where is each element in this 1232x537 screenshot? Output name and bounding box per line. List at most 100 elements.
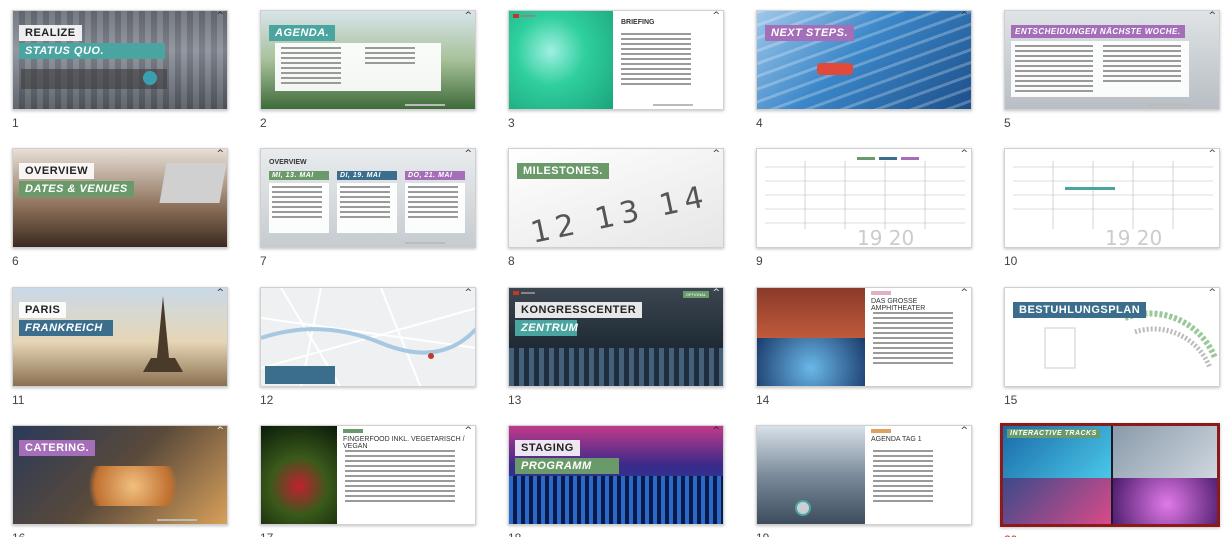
slide-number: 13: [508, 393, 522, 407]
slide-title: PARIS: [19, 302, 67, 318]
chevron-up-icon[interactable]: ^: [464, 150, 472, 159]
slide-number: 3: [508, 116, 515, 130]
slide-title: KONGRESSCENTER: [515, 302, 643, 318]
slide-19[interactable]: AGENDA TAG 1 ^ 19: [744, 425, 972, 537]
slide-thumbnail[interactable]: 12 13 14 MILESTONES. ^: [508, 148, 724, 248]
slide-13[interactable]: OPTIONAL KONGRESSCENTER ZENTRUM ^ 13: [496, 287, 724, 407]
slide-18[interactable]: STAGING PROGRAMM ^ 18: [496, 425, 724, 537]
chevron-up-icon[interactable]: ^: [464, 427, 472, 436]
slide-title: MILESTONES.: [517, 163, 609, 179]
slide-title: DAS GROSSE AMPHITHEATER: [871, 298, 926, 312]
slide-thumbnail[interactable]: PARIS FRANKREICH ^: [12, 287, 228, 387]
chevron-up-icon[interactable]: ^: [216, 427, 224, 436]
slide-thumbnail[interactable]: AGENDA TAG 1 ^: [756, 425, 972, 525]
chevron-up-icon[interactable]: ^: [1208, 12, 1216, 21]
slide-thumbnail-selected[interactable]: INTERACTIVE TRACKS: [1000, 423, 1220, 527]
column-header-3: DO, 21. MAI: [405, 171, 465, 180]
slide-thumbnail[interactable]: ^: [260, 287, 476, 387]
chevron-up-icon[interactable]: ^: [960, 12, 968, 21]
slide-16[interactable]: CATERING. ^ 16: [0, 425, 228, 537]
chevron-up-icon[interactable]: ^: [712, 12, 720, 21]
auditorium-seats: [509, 476, 723, 524]
slide-thumbnail[interactable]: DAS GROSSE AMPHITHEATER ^: [756, 287, 972, 387]
chevron-up-icon[interactable]: ^: [1208, 150, 1216, 159]
slide-number: 2: [260, 116, 267, 130]
slide-thumbnail[interactable]: BESTUHLUNGSPLAN ^: [1004, 287, 1220, 387]
slide-title: STAGING: [515, 440, 580, 456]
chevron-up-icon[interactable]: ^: [464, 289, 472, 298]
slide-subtitle: PROGRAMM: [515, 458, 619, 474]
slide-title: REALIZE: [19, 25, 82, 41]
slide-thumbnail[interactable]: NEXT STEPS. ^: [756, 10, 972, 110]
chevron-up-icon[interactable]: ^: [464, 12, 472, 21]
slide-thumbnail[interactable]: CATERING. ^: [12, 425, 228, 525]
cart-icon: [795, 500, 811, 516]
chevron-up-icon[interactable]: ^: [216, 289, 224, 298]
glass-sphere-image: [509, 11, 613, 109]
slide-number-selected: 20: [1004, 533, 1017, 537]
slide-number: 4: [756, 116, 763, 130]
slide-number: 17: [260, 531, 273, 537]
column-header-1: MI, 13. MAI: [269, 171, 329, 180]
chevron-up-icon[interactable]: ^: [216, 12, 224, 21]
chevron-up-icon[interactable]: ^: [712, 150, 720, 159]
slide-1[interactable]: REALIZE STATUS QUO. ^ 1: [0, 10, 228, 130]
slide-6[interactable]: OVERVIEW DATES & VENUES ^ 6: [0, 148, 228, 268]
slide-number: 19: [756, 531, 769, 537]
chevron-up-icon[interactable]: ^: [712, 427, 720, 436]
slide-9[interactable]: 19 20 ^ 9: [744, 148, 972, 268]
slide-12[interactable]: ^ 12: [248, 287, 476, 407]
globe-icon: [143, 71, 157, 85]
slide-5[interactable]: ENTSCHEIDUNGEN NÄCHSTE WOCHE. ^ 5: [992, 10, 1220, 130]
fingerfood-image: [261, 426, 337, 524]
slide-number: 7: [260, 254, 267, 268]
slide-thumbnail[interactable]: 19 20 ^: [756, 148, 972, 248]
slide-14[interactable]: DAS GROSSE AMPHITHEATER ^ 14: [744, 287, 972, 407]
chevron-up-icon[interactable]: ^: [960, 427, 968, 436]
slide-number: 18: [508, 531, 521, 537]
slide-number: 8: [508, 254, 515, 268]
slide-number: 6: [12, 254, 19, 268]
slide-15[interactable]: BESTUHLUNGSPLAN ^ 15: [992, 287, 1220, 407]
slide-4[interactable]: NEXT STEPS. ^ 4: [744, 10, 972, 130]
svg-text:19 20: 19 20: [1105, 226, 1162, 248]
slide-thumbnail[interactable]: STAGING PROGRAMM ^: [508, 425, 724, 525]
column-header-2: DI, 19. MAI: [337, 171, 397, 180]
slide-number: 16: [12, 531, 25, 537]
slide-title: FINGERFOOD INKL. VEGETARISCH / VEGAN: [343, 436, 465, 450]
slide-thumbnail[interactable]: FINGERFOOD INKL. VEGETARISCH / VEGAN ^: [260, 425, 476, 525]
slide-title: NEXT STEPS.: [765, 25, 855, 41]
slide-title: ENTSCHEIDUNGEN NÄCHSTE WOCHE.: [1011, 25, 1185, 38]
slide-subtitle: FRANKREICH: [19, 320, 113, 336]
slide-2[interactable]: AGENDA. ^ 2: [248, 10, 476, 130]
slide-subtitle: STATUS QUO.: [19, 43, 165, 59]
slide-number: 1: [12, 116, 19, 130]
slide-thumbnail[interactable]: OPTIONAL KONGRESSCENTER ZENTRUM ^: [508, 287, 724, 387]
slide-10[interactable]: 19 20 ^ 10: [992, 148, 1220, 268]
slide-7[interactable]: OVERVIEW MI, 13. MAI DI, 19. MAI DO, 21.…: [248, 148, 476, 268]
slide-thumbnail[interactable]: AGENDA. ^: [260, 10, 476, 110]
slide-title: OVERVIEW: [269, 159, 307, 166]
chevron-up-icon[interactable]: ^: [960, 289, 968, 298]
slide-thumbnail[interactable]: OVERVIEW DATES & VENUES ^: [12, 148, 228, 248]
slide-number: 5: [1004, 116, 1011, 130]
slide-17[interactable]: FINGERFOOD INKL. VEGETARISCH / VEGAN ^ 1…: [248, 425, 476, 537]
slide-20[interactable]: INTERACTIVE TRACKS 20: [990, 423, 1220, 537]
optional-badge: OPTIONAL: [682, 291, 709, 298]
slide-title: BESTUHLUNGSPLAN: [1013, 302, 1147, 318]
svg-text:12 13 14: 12 13 14: [528, 179, 713, 248]
slide-3[interactable]: BRIEFING ^ 3: [496, 10, 724, 130]
slide-sorter-grid: REALIZE STATUS QUO. ^ 1 AGENDA. ^ 2 BRIE…: [0, 0, 1232, 537]
chevron-up-icon[interactable]: ^: [1208, 289, 1216, 298]
slide-thumbnail[interactable]: ENTSCHEIDUNGEN NÄCHSTE WOCHE. ^: [1004, 10, 1220, 110]
slide-11[interactable]: PARIS FRANKREICH ^ 11: [0, 287, 228, 407]
slide-thumbnail[interactable]: OVERVIEW MI, 13. MAI DI, 19. MAI DO, 21.…: [260, 148, 476, 248]
chevron-up-icon[interactable]: ^: [712, 289, 720, 298]
chevron-up-icon[interactable]: ^: [960, 150, 968, 159]
slide-8[interactable]: 12 13 14 MILESTONES. ^ 8: [496, 148, 724, 268]
slide-title: BRIEFING: [621, 19, 655, 26]
slide-thumbnail[interactable]: BRIEFING ^: [508, 10, 724, 110]
slide-thumbnail[interactable]: 19 20 ^: [1004, 148, 1220, 248]
slide-thumbnail[interactable]: REALIZE STATUS QUO. ^: [12, 10, 228, 110]
chevron-up-icon[interactable]: ^: [216, 150, 224, 159]
